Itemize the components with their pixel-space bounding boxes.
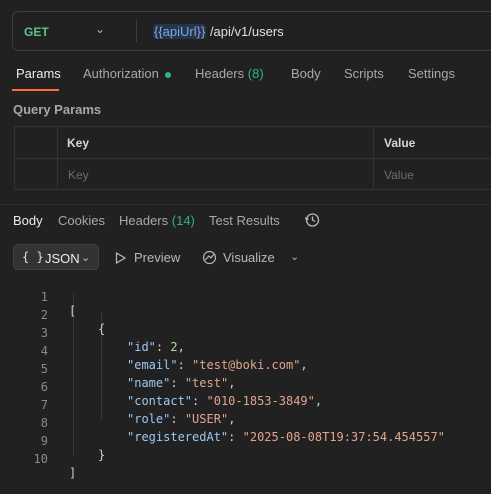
line-number: 10 xyxy=(33,452,48,466)
code-line: 9 } xyxy=(0,420,491,462)
braces-icon: { } xyxy=(22,250,44,264)
table-header-row: Key Value xyxy=(15,127,491,159)
code-line: 6 "contact": "010-1853-3849", xyxy=(0,366,491,408)
code-line: 7 "role": "USER", xyxy=(0,384,491,426)
request-tabs: Params Authorization Headers (8) Body Sc… xyxy=(0,66,491,91)
pane-divider[interactable] xyxy=(0,204,491,205)
tab-response-headers[interactable]: Headers (14) xyxy=(119,213,195,228)
url-divider xyxy=(136,20,137,42)
tab-response-headers-label: Headers xyxy=(119,213,169,228)
url-input[interactable]: {{apiUrl}} /api/v1/users xyxy=(153,24,284,39)
tab-headers-count: (8) xyxy=(247,66,264,81)
format-select[interactable]: { } JSON ⌄ xyxy=(13,244,99,270)
tab-settings[interactable]: Settings xyxy=(408,66,455,81)
tab-authorization-label: Authorization xyxy=(83,66,159,81)
url-variable-token[interactable]: {{apiUrl}} xyxy=(153,24,207,39)
tab-authorization[interactable]: Authorization xyxy=(83,66,171,81)
code-text: ] xyxy=(69,466,77,480)
param-key-input[interactable]: Key xyxy=(68,168,89,182)
code-line: 3 "id": 2, xyxy=(0,312,491,354)
tab-headers-label: Headers xyxy=(195,66,245,81)
visualize-icon xyxy=(202,250,217,265)
url-bar: GET ⌄ {{apiUrl}} /api/v1/users xyxy=(12,11,491,51)
tab-response-headers-count: (14) xyxy=(171,213,195,228)
chevron-down-icon[interactable]: ⌄ xyxy=(95,22,105,36)
status-dot-icon xyxy=(164,71,171,78)
code-line: 4 "email": "test@boki.com", xyxy=(0,330,491,372)
column-header-key: Key xyxy=(67,136,90,150)
response-toolbar: { } JSON ⌄ Preview Visualize ⌄ xyxy=(0,244,491,272)
url-path: /api/v1/users xyxy=(206,24,284,39)
param-value-input[interactable]: Value xyxy=(384,168,414,182)
chevron-down-icon: ⌄ xyxy=(81,252,91,264)
code-line: 5 "name": "test", xyxy=(0,348,491,390)
visualize-button[interactable]: Visualize xyxy=(202,250,275,265)
code-line: 1 [ xyxy=(0,276,491,318)
response-tabs: Body Cookies Headers (14) Test Results xyxy=(0,213,491,233)
column-header-value: Value xyxy=(384,136,416,150)
tab-response-body[interactable]: Body xyxy=(13,213,43,228)
preview-label: Preview xyxy=(134,250,181,265)
query-params-table: Key Value Key Value xyxy=(14,126,491,190)
table-row: Key Value xyxy=(15,159,491,190)
tab-test-results[interactable]: Test Results xyxy=(209,213,280,228)
chevron-down-icon[interactable]: ⌄ xyxy=(290,250,299,263)
column-divider xyxy=(57,127,58,189)
tab-body[interactable]: Body xyxy=(291,66,321,81)
tab-cookies[interactable]: Cookies xyxy=(58,213,105,228)
column-divider xyxy=(373,127,374,189)
tab-scripts[interactable]: Scripts xyxy=(344,66,384,81)
tab-headers[interactable]: Headers (8) xyxy=(195,66,264,81)
http-method-select[interactable]: GET xyxy=(24,25,49,39)
play-icon xyxy=(115,251,127,265)
code-line: 2 { xyxy=(0,294,491,336)
active-tab-indicator xyxy=(12,89,59,91)
history-icon[interactable] xyxy=(304,212,320,228)
format-label: JSON xyxy=(45,251,80,266)
code-line: 8 "registeredAt": "2025-08-08T19:37:54.4… xyxy=(0,402,491,444)
preview-button[interactable]: Preview xyxy=(115,250,180,265)
visualize-label: Visualize xyxy=(223,250,275,265)
code-line: 10 ] xyxy=(0,438,491,480)
query-params-title: Query Params xyxy=(13,102,102,117)
tab-params[interactable]: Params xyxy=(16,66,61,81)
tab-params-label: Params xyxy=(16,66,61,81)
